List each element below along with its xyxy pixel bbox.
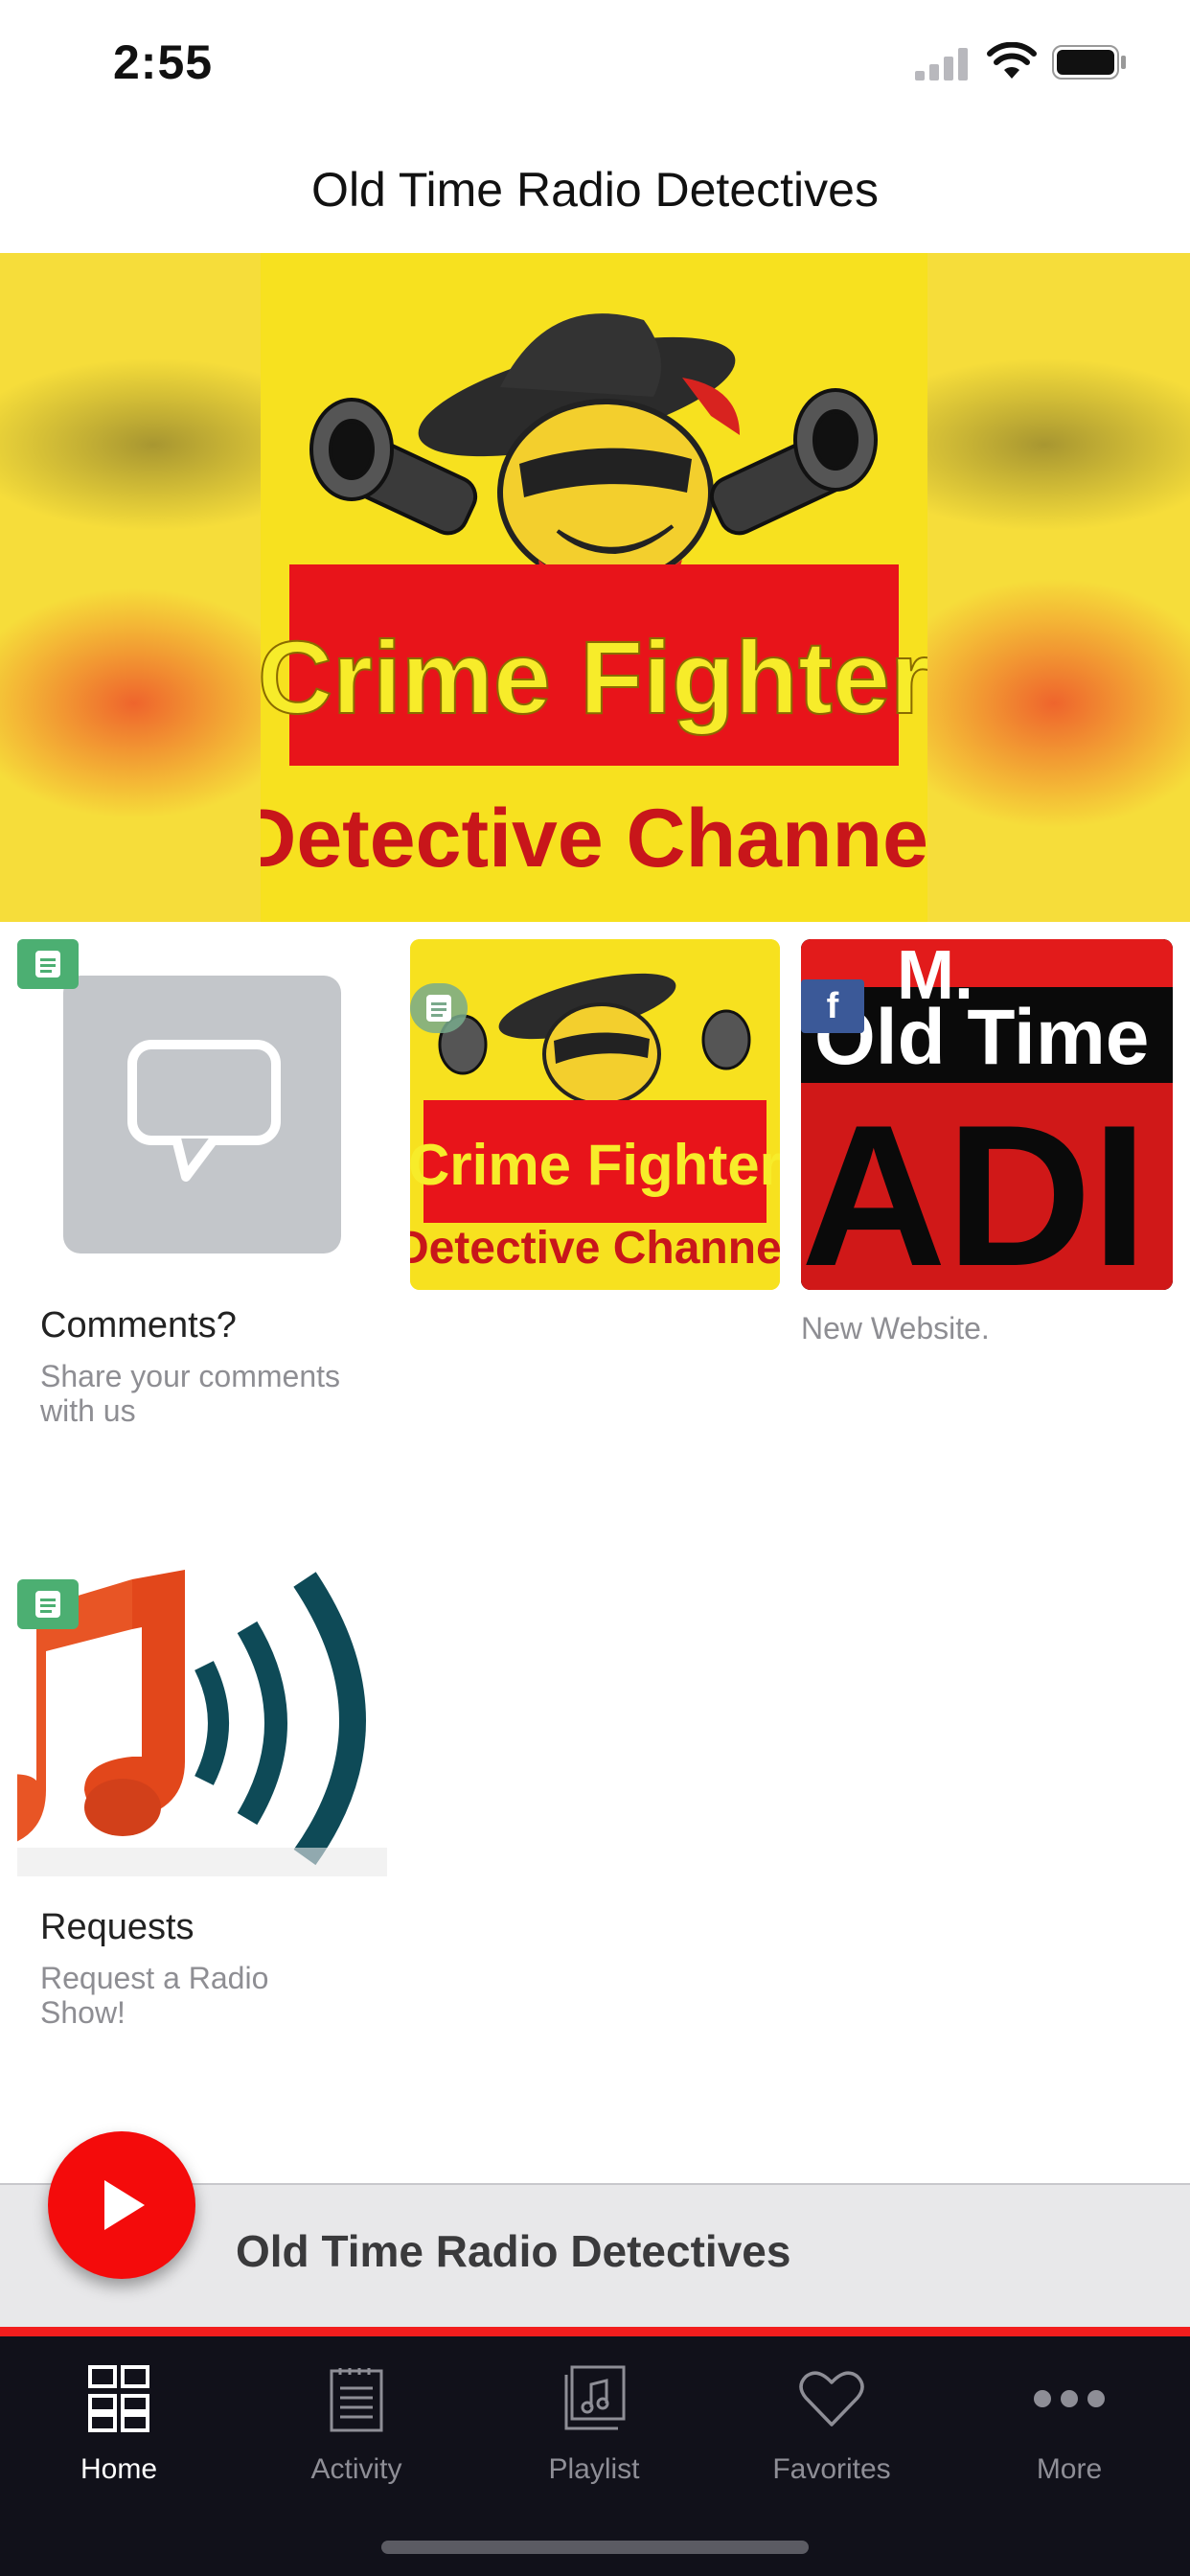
tile-requests[interactable]: Requests Request a Radio Show! <box>17 1552 387 2051</box>
tile-subtitle: Request a Radio Show! <box>40 1961 269 2030</box>
tile-comments[interactable]: Comments? Share your comments with us <box>17 939 387 1457</box>
battery-icon <box>1052 45 1126 80</box>
playlist-icon <box>475 2356 713 2442</box>
hero-banner[interactable]: Crime Fighter Detective Channel <box>0 253 1190 922</box>
heart-icon <box>713 2356 950 2442</box>
comments-thumbnail <box>63 976 341 1254</box>
facebook-icon: f <box>801 979 864 1033</box>
crime-fighter-logo: Crime Fighter Detective Channel <box>237 253 951 922</box>
tab-playlist[interactable]: Playlist <box>475 2356 713 2499</box>
website-text-line3: ADI <box>801 1083 1148 1290</box>
play-icon <box>104 2180 145 2230</box>
hero-text-line1: Crime Fighter <box>261 619 927 735</box>
now-playing-title: Old Time Radio Detectives <box>236 2226 791 2276</box>
tab-label: Favorites <box>772 2453 891 2485</box>
tab-activity[interactable]: Activity <box>238 2356 475 2499</box>
tile-title: Requests <box>40 1907 195 1947</box>
more-icon <box>950 2356 1188 2442</box>
thumb-text-line2: Detective Channel <box>410 1223 780 1274</box>
tab-label: More <box>1036 2453 1103 2485</box>
hero-image: Crime Fighter Detective Channel <box>237 253 951 922</box>
page-title: Old Time Radio Detectives <box>311 163 879 217</box>
status-time: 2:55 <box>113 35 214 89</box>
accent-divider <box>0 2327 1190 2336</box>
document-icon <box>17 939 79 989</box>
tile-title: Comments? <box>40 1305 237 1346</box>
tab-label: Home <box>80 2453 158 2485</box>
wifi-icon <box>987 42 1037 79</box>
speech-bubble-icon <box>127 1040 281 1182</box>
status-bar: 2:55 <box>0 0 1190 134</box>
tab-favorites[interactable]: Favorites <box>713 2356 950 2499</box>
tile-subtitle: New Website. <box>801 1311 990 1346</box>
home-indicator[interactable] <box>381 2541 809 2554</box>
crime-fighter-thumbnail: Crime Fighter Detective Channel <box>410 939 780 1290</box>
activity-icon <box>238 2356 475 2442</box>
tile-crime-fighter[interactable]: Crime Fighter Detective Channel <box>410 939 780 1290</box>
tab-label: Activity <box>310 2453 402 2485</box>
tab-label: Playlist <box>548 2453 640 2485</box>
document-icon <box>17 1579 79 1629</box>
tile-new-website[interactable]: M. Old Time ADI f New Website. <box>801 939 1173 1361</box>
play-button[interactable] <box>48 2131 195 2279</box>
hero-text-line2: Detective Channel <box>261 793 927 885</box>
cellular-signal-icon <box>915 48 968 80</box>
tab-more[interactable]: More <box>950 2356 1188 2499</box>
home-grid-icon <box>0 2356 238 2442</box>
website-text-line2: Old Time <box>814 994 1149 1081</box>
tab-home[interactable]: Home <box>0 2356 238 2499</box>
nav-header: Old Time Radio Detectives <box>0 134 1190 253</box>
thumb-text-line1: Crime Fighter <box>410 1133 780 1197</box>
tile-subtitle: Share your comments with us <box>40 1359 341 1428</box>
document-icon <box>410 983 468 1033</box>
